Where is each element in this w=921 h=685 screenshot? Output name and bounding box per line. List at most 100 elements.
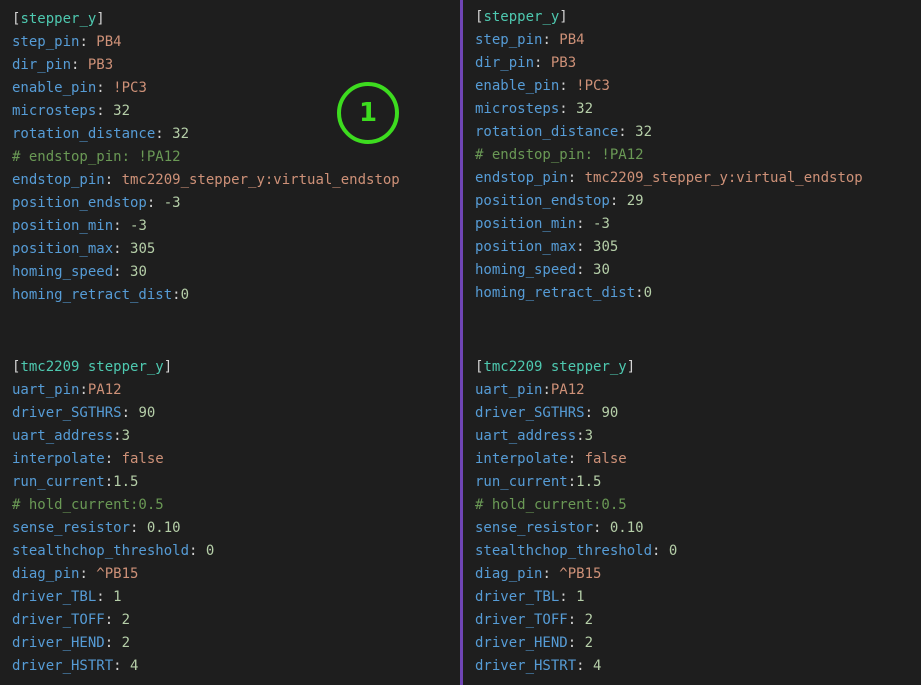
config-value: 0 — [668, 543, 678, 559]
config-separator: : — [113, 264, 131, 280]
config-value: PA12 — [87, 382, 122, 398]
config-separator: : — [635, 285, 644, 301]
close-bracket: ] — [559, 9, 568, 25]
config-key: homing_retract_dist — [12, 287, 173, 303]
config-value: 305 — [130, 241, 156, 257]
section-header: [tmc2209 stepper_y] — [475, 356, 677, 379]
config-separator: : — [79, 34, 97, 50]
config-value: 2 — [121, 635, 131, 651]
config-value: 2 — [584, 612, 594, 628]
config-separator: : — [609, 193, 627, 209]
config-line: driver_TBL: 1 — [475, 586, 677, 609]
callout-number-badge: 1 — [337, 82, 399, 144]
config-key: stealthchop_threshold — [475, 543, 653, 559]
section-name: tmc2209 stepper_y — [483, 359, 627, 375]
config-value: 2 — [121, 612, 131, 628]
config-value: 3 — [584, 428, 594, 444]
config-separator: : — [576, 262, 594, 278]
config-value: 29 — [626, 193, 644, 209]
config-value: 0 — [180, 287, 190, 303]
config-line: driver_HEND: 2 — [12, 632, 214, 655]
config-separator: : — [567, 170, 585, 186]
config-line: stealthchop_threshold: 0 — [475, 540, 677, 563]
config-line: interpolate: false — [475, 448, 677, 471]
config-separator: : — [576, 428, 585, 444]
config-line: position_max: 305 — [475, 236, 863, 259]
config-key: rotation_distance — [12, 126, 156, 142]
config-key: driver_HSTRT — [475, 658, 577, 674]
config-separator: : — [567, 474, 577, 490]
config-key: endstop_pin — [475, 170, 568, 186]
config-value: 3 — [121, 428, 131, 444]
config-separator: : — [567, 635, 585, 651]
config-key: diag_pin — [12, 566, 80, 582]
config-separator: : — [576, 658, 594, 674]
config-key: enable_pin — [12, 80, 97, 96]
comment-text: # hold_current:0.5 — [475, 497, 627, 513]
config-line: driver_TOFF: 2 — [475, 609, 677, 632]
section-header: [stepper_y] — [12, 8, 400, 31]
config-separator: : — [96, 103, 114, 119]
editor-pane-left[interactable]: [stepper_y] step_pin: PB4 dir_pin: PB3 enab… — [0, 0, 460, 685]
config-line: homing_speed: 30 — [475, 259, 863, 282]
config-value: 0 — [205, 543, 215, 559]
config-value: 1.5 — [113, 474, 139, 490]
config-separator: : — [618, 124, 636, 140]
config-key: dir_pin — [12, 57, 72, 73]
config-separator: : — [189, 543, 206, 559]
comment-text: # endstop_pin: !PA12 — [12, 149, 181, 165]
config-separator: : — [559, 78, 577, 94]
config-separator: : — [104, 474, 114, 490]
config-line: uart_address:3 — [475, 425, 677, 448]
config-separator: : — [113, 428, 122, 444]
config-key: driver_SGTHRS — [475, 405, 585, 421]
config-separator: : — [172, 287, 181, 303]
config-line: position_min: -3 — [12, 215, 400, 238]
tmc2209-section: [tmc2209 stepper_y] uart_pin:PA12 driver_S… — [12, 356, 214, 678]
config-line: stealthchop_threshold: 0 — [12, 540, 214, 563]
config-line: step_pin: PB4 — [475, 29, 863, 52]
config-separator: : — [146, 195, 164, 211]
comment-line: # endstop_pin: !PA12 — [475, 144, 863, 167]
config-line: microsteps: 32 — [475, 98, 863, 121]
config-separator: : — [130, 520, 147, 536]
config-line: sense_resistor: 0.10 — [12, 517, 214, 540]
config-line: position_endstop: -3 — [12, 192, 400, 215]
config-separator: : — [96, 80, 114, 96]
config-line: position_min: -3 — [475, 213, 863, 236]
comment-text: # hold_current:0.5 — [12, 497, 164, 513]
config-line: homing_retract_dist:0 — [12, 284, 400, 307]
config-value: 32 — [172, 126, 190, 142]
comment-line: # hold_current:0.5 — [12, 494, 214, 517]
config-value: ^PB15 — [96, 566, 139, 582]
config-key: enable_pin — [475, 78, 560, 94]
config-key: position_min — [12, 218, 114, 234]
config-separator: : — [113, 241, 131, 257]
config-key: interpolate — [475, 451, 568, 467]
config-value: 30 — [130, 264, 147, 280]
config-separator: : — [71, 57, 88, 73]
config-value: 0 — [643, 285, 653, 301]
config-separator: : — [155, 126, 173, 142]
comment-text: # endstop_pin: !PA12 — [475, 147, 644, 163]
config-value: 1.5 — [576, 474, 602, 490]
config-key: uart_pin — [12, 382, 80, 398]
config-value: 0.10 — [609, 520, 644, 536]
config-line: position_endstop: 29 — [475, 190, 863, 213]
config-line: endstop_pin: tmc2209_stepper_y:virtual_e… — [475, 167, 863, 190]
section-name: stepper_y — [483, 9, 560, 25]
config-value: 2 — [584, 635, 594, 651]
section-name: tmc2209 stepper_y — [20, 359, 164, 375]
config-value: 32 — [576, 101, 594, 117]
config-separator: : — [576, 216, 594, 232]
config-line: driver_HSTRT: 4 — [475, 655, 677, 678]
config-line: driver_TOFF: 2 — [12, 609, 214, 632]
config-value: 4 — [130, 658, 139, 674]
close-bracket: ] — [626, 359, 636, 375]
config-value: 32 — [635, 124, 653, 140]
editor-pane-right[interactable]: [stepper_y] step_pin: PB4 dir_pin: PB3 enab… — [463, 0, 921, 685]
config-key: driver_TOFF — [475, 612, 568, 628]
config-value: 0.10 — [146, 520, 181, 536]
config-value: 4 — [593, 658, 602, 674]
config-key: uart_pin — [475, 382, 543, 398]
